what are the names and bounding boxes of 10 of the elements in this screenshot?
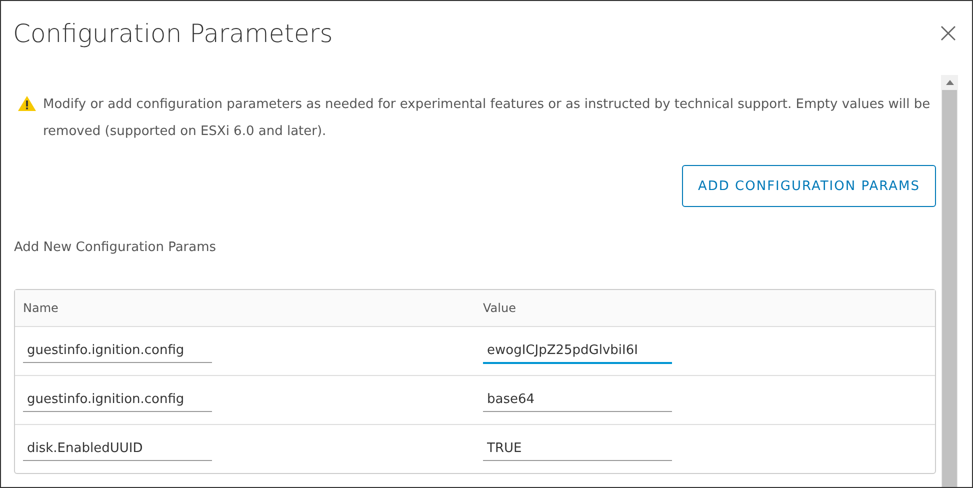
dialog-title: Configuration Parameters: [13, 18, 333, 48]
section-label: Add New Configuration Params: [14, 240, 218, 255]
close-button[interactable]: ×: [936, 19, 960, 47]
scroll-up-icon[interactable]: [946, 80, 954, 85]
column-header: Value: [482, 301, 517, 315]
column-header: Name: [22, 301, 60, 315]
scrollbar[interactable]: [941, 75, 958, 487]
warning-icon: [17, 95, 37, 112]
warning-text: Modify or add configuration parameters as needed for experimental features or as instructed by technical support. Empty values will be removed (supported on ESXi 6.0 and later).: [43, 96, 932, 141]
add-params-button[interactable]: ADD CONFIGURATION PARAMS: [682, 165, 936, 207]
